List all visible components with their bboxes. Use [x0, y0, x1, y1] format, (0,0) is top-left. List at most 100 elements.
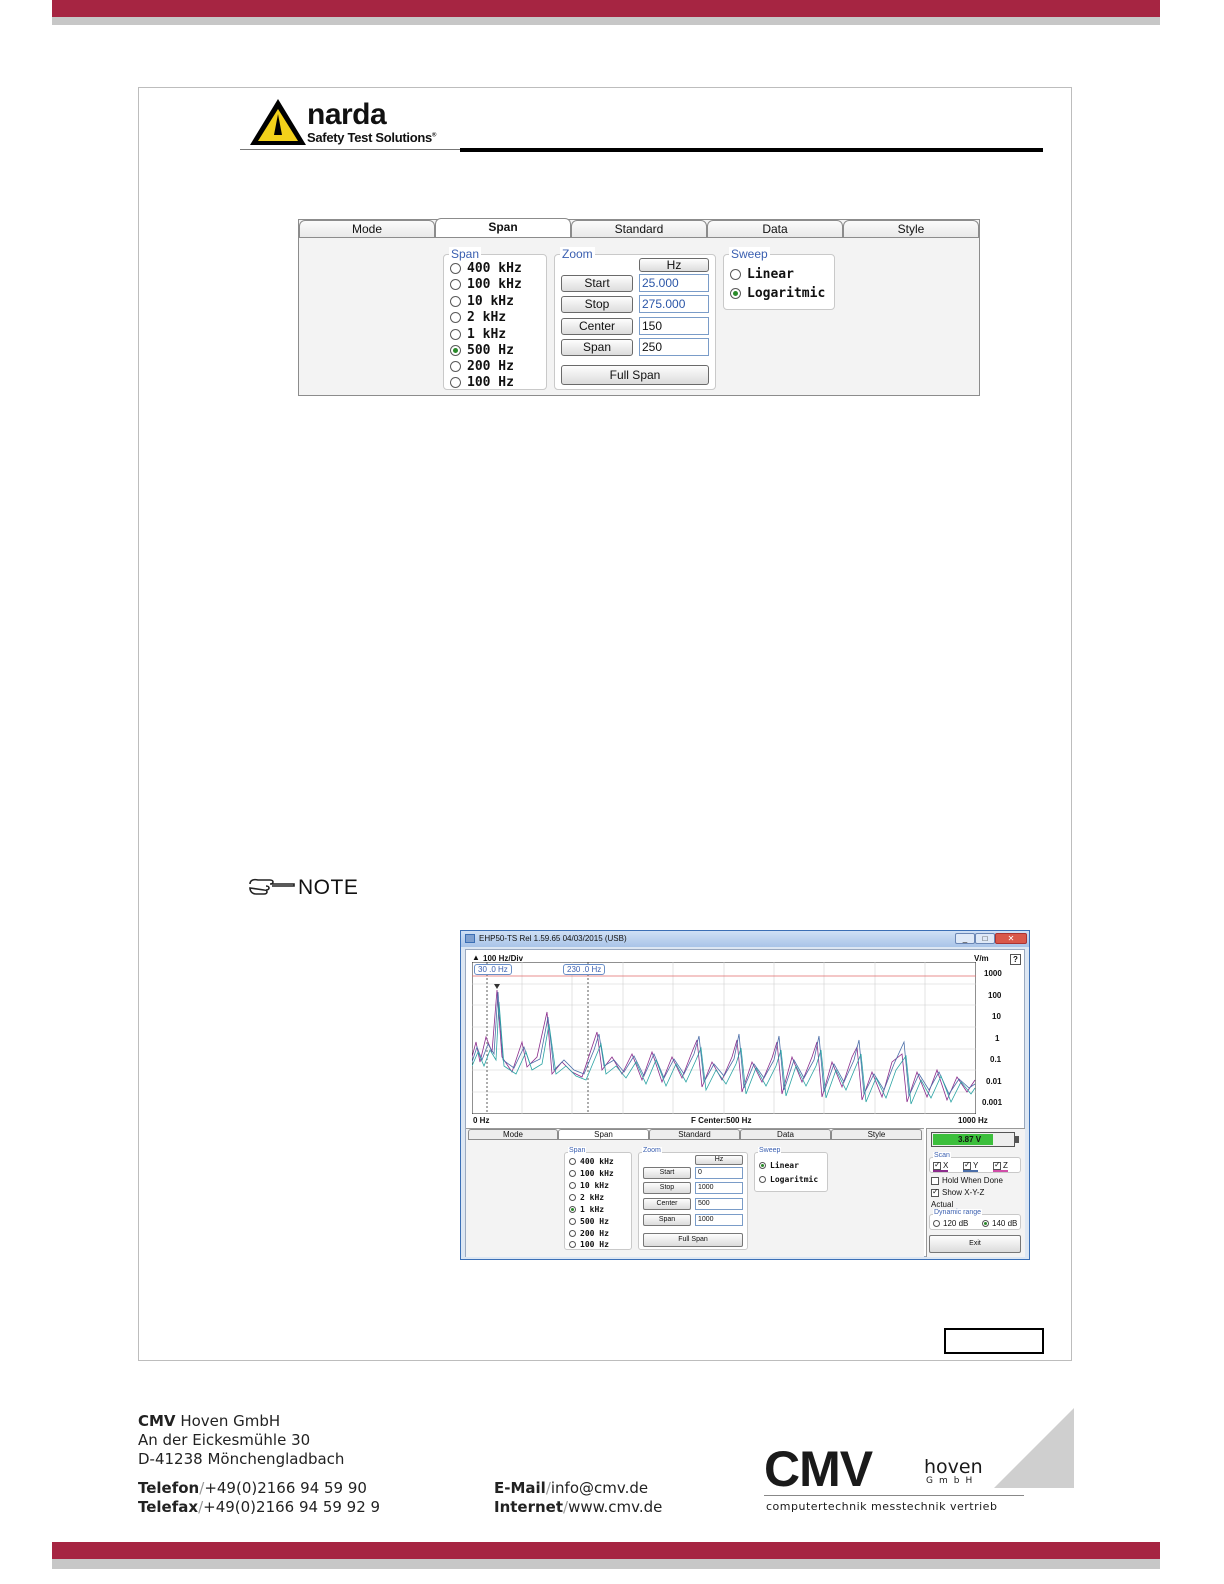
- pointing-hand-icon: [249, 878, 295, 895]
- cmv-triangle-logo-icon: [994, 1408, 1074, 1488]
- side-panel: 3.87 V Scan X Y Z Hold When Done Show X-…: [926, 1128, 1025, 1257]
- sweep-option-linear[interactable]: Linear: [730, 266, 794, 282]
- span-option-500hz[interactable]: 500 Hz: [569, 1216, 609, 1227]
- zoom-unit-button[interactable]: Hz: [639, 258, 709, 272]
- zoom-center-button[interactable]: Center: [643, 1198, 691, 1210]
- span-group: Span 400 kHz 100 kHz 10 kHz 2 kHz 1 kHz …: [443, 247, 547, 390]
- zoom-center-input[interactable]: 500: [695, 1198, 743, 1210]
- email-link[interactable]: info@cmv.de: [551, 1479, 648, 1497]
- tab-style[interactable]: Style: [831, 1129, 922, 1140]
- span-option-2khz[interactable]: 2 kHz: [569, 1192, 604, 1203]
- tab-standard[interactable]: Standard: [571, 220, 707, 238]
- tab-style[interactable]: Style: [843, 220, 979, 238]
- minimize-button[interactable]: _: [955, 933, 975, 944]
- span-settings-panel: Mode Span Standard Data Style Span 400 k…: [298, 218, 980, 396]
- hold-when-done-checkbox[interactable]: Hold When Done: [931, 1176, 1003, 1185]
- dynamic-range-140db[interactable]: 140 dB: [982, 1219, 1017, 1228]
- tab-mode[interactable]: Mode: [299, 220, 435, 238]
- zoom-start-button[interactable]: Start: [643, 1167, 691, 1179]
- full-span-button[interactable]: Full Span: [643, 1233, 743, 1247]
- zoom-group-title: Zoom: [642, 1147, 662, 1154]
- span-group: Span 400 kHz 100 kHz 10 kHz 2 kHz 1 kHz …: [564, 1147, 632, 1250]
- top-bar: [52, 0, 1160, 17]
- dynamic-range-title: Dynamic range: [933, 1209, 983, 1216]
- tab-standard[interactable]: Standard: [649, 1129, 740, 1140]
- zoom-center-button[interactable]: Center: [561, 318, 633, 335]
- battery-tip: [1015, 1136, 1019, 1143]
- span-option-100hz[interactable]: 100 Hz: [450, 374, 514, 390]
- y-tick: 10: [992, 1012, 1001, 1021]
- sweep-option-logaritmic[interactable]: Logaritmic: [730, 285, 825, 301]
- scan-y-checkbox[interactable]: Y: [963, 1160, 979, 1172]
- sweep-group: Sweep Linear Logaritmic: [754, 1147, 828, 1192]
- footer-phone: Telefon/+49(0)2166 94 59 90: [138, 1479, 367, 1497]
- y-tick: 0.1: [990, 1055, 1002, 1064]
- span-option-200hz[interactable]: 200 Hz: [450, 358, 514, 374]
- zoom-stop-input[interactable]: 1000: [695, 1182, 743, 1194]
- span-option-100khz[interactable]: 100 kHz: [450, 276, 522, 292]
- zoom-stop-button[interactable]: Stop: [643, 1182, 691, 1194]
- sweep-group-title: Sweep: [758, 1147, 782, 1154]
- span-option-10khz[interactable]: 10 kHz: [450, 293, 514, 309]
- dynamic-range-group: Dynamic range 120 dB 140 dB: [929, 1209, 1021, 1230]
- page-number-box: [944, 1328, 1044, 1354]
- tab-data[interactable]: Data: [707, 220, 843, 238]
- zoom-span-input[interactable]: 250: [639, 338, 709, 356]
- exit-button[interactable]: Exit: [929, 1235, 1021, 1253]
- sweep-option-logaritmic[interactable]: Logaritmic: [759, 1174, 818, 1185]
- sweep-group: Sweep Linear Logaritmic: [723, 247, 835, 310]
- zoom-start-input[interactable]: 0: [695, 1167, 743, 1179]
- span-option-2khz[interactable]: 2 kHz: [450, 309, 506, 325]
- footer-email: E-Mail/info@cmv.de: [494, 1479, 649, 1497]
- span-option-400khz[interactable]: 400 kHz: [569, 1156, 614, 1167]
- cmv-logo-tagline: computertechnik messtechnik vertrieb: [766, 1500, 998, 1513]
- span-option-500hz[interactable]: 500 Hz: [450, 342, 514, 358]
- zoom-span-button[interactable]: Span: [561, 339, 633, 356]
- full-span-button[interactable]: Full Span: [561, 365, 709, 385]
- tab-data[interactable]: Data: [740, 1129, 831, 1140]
- tab-divider: [299, 237, 979, 238]
- span-group-title: Span: [568, 1147, 587, 1154]
- span-option-100khz[interactable]: 100 kHz: [569, 1168, 614, 1179]
- zoom-stop-button[interactable]: Stop: [561, 296, 633, 313]
- tab-span[interactable]: Span: [558, 1129, 649, 1140]
- sweep-option-linear[interactable]: Linear: [759, 1160, 799, 1171]
- top-bar-shadow: [52, 17, 1160, 25]
- scan-z-checkbox[interactable]: Z: [993, 1160, 1008, 1172]
- dynamic-range-120db[interactable]: 120 dB: [933, 1219, 968, 1228]
- tab-span[interactable]: Span: [435, 218, 571, 238]
- tab-mode[interactable]: Mode: [468, 1129, 558, 1140]
- zoom-group: Zoom Hz Start 0 Stop 1000 Center 500 Spa…: [638, 1147, 748, 1250]
- close-button[interactable]: ✕: [995, 933, 1027, 944]
- zoom-unit-button[interactable]: Hz: [695, 1155, 743, 1165]
- span-option-1khz[interactable]: 1 kHz: [450, 326, 506, 342]
- website-link[interactable]: www.cmv.de: [568, 1498, 662, 1516]
- zoom-span-button[interactable]: Span: [643, 1214, 691, 1226]
- footer-web: Internet/www.cmv.de: [494, 1498, 663, 1516]
- ehp50-window: EHP50-TS Rel 1.59.65 04/03/2015 (USB) _ …: [460, 930, 1030, 1260]
- brand-subtitle: Safety Test Solutions®: [307, 130, 437, 145]
- help-button[interactable]: ?: [1010, 954, 1021, 965]
- scan-x-checkbox[interactable]: X: [933, 1160, 949, 1172]
- zoom-start-button[interactable]: Start: [561, 275, 633, 292]
- footer-fax: Telefax/+49(0)2166 94 59 92 9: [138, 1498, 381, 1516]
- span-option-10khz[interactable]: 10 kHz: [569, 1180, 609, 1191]
- marker-1-label[interactable]: 30 .0 Hz: [474, 964, 512, 975]
- span-option-1khz[interactable]: 1 kHz: [569, 1204, 604, 1215]
- bottom-bar-shadow: [52, 1559, 1160, 1569]
- span-option-100hz[interactable]: 100 Hz: [569, 1239, 609, 1250]
- span-option-200hz[interactable]: 200 Hz: [569, 1228, 609, 1239]
- span-option-400khz[interactable]: 400 kHz: [450, 260, 522, 276]
- footer-city: D-41238 Mönchengladbach: [138, 1450, 345, 1468]
- zoom-stop-input[interactable]: 275.000: [639, 295, 709, 313]
- bottom-bar: [52, 1542, 1160, 1559]
- zoom-start-input[interactable]: 25.000: [639, 274, 709, 292]
- zoom-span-input[interactable]: 1000: [695, 1214, 743, 1226]
- cmv-logo-hoven: hoven: [924, 1456, 983, 1478]
- header-rule-thin: [240, 149, 462, 150]
- show-xyz-checkbox[interactable]: Show X-Y-Z: [931, 1187, 984, 1197]
- brand-name: narda: [307, 98, 387, 131]
- marker-2-label[interactable]: 230 .0 Hz: [563, 964, 606, 975]
- maximize-button[interactable]: □: [975, 933, 995, 944]
- zoom-center-input[interactable]: 150: [639, 317, 709, 335]
